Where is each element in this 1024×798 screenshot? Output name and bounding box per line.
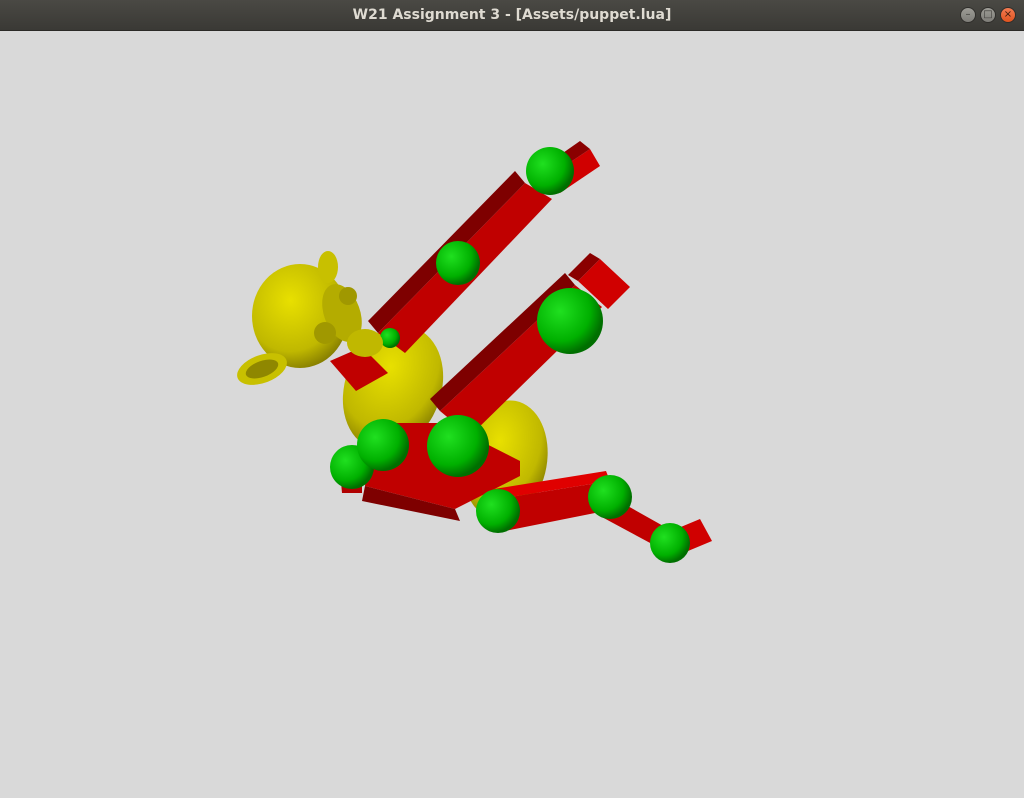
- right-ankle-joint: [650, 523, 690, 563]
- window-controls: – □ ×: [960, 7, 1016, 23]
- close-button[interactable]: ×: [1000, 7, 1016, 23]
- right-knee-joint: [588, 475, 632, 519]
- render-viewport[interactable]: [0, 31, 1024, 798]
- right-elbow-joint: [537, 288, 603, 354]
- puppet-scene: [237, 141, 712, 563]
- neck-joint: [380, 328, 400, 348]
- window-title: W21 Assignment 3 - [Assets/puppet.lua]: [352, 7, 672, 23]
- shoulder-joint: [427, 415, 489, 477]
- minimize-button[interactable]: –: [960, 7, 976, 23]
- right-hip-joint: [476, 489, 520, 533]
- maximize-button[interactable]: □: [980, 7, 996, 23]
- left-elbow-joint: [436, 241, 480, 285]
- waist-joint: [357, 419, 409, 471]
- left-wrist-joint: [526, 147, 574, 195]
- window-titlebar[interactable]: W21 Assignment 3 - [Assets/puppet.lua] –…: [0, 0, 1024, 31]
